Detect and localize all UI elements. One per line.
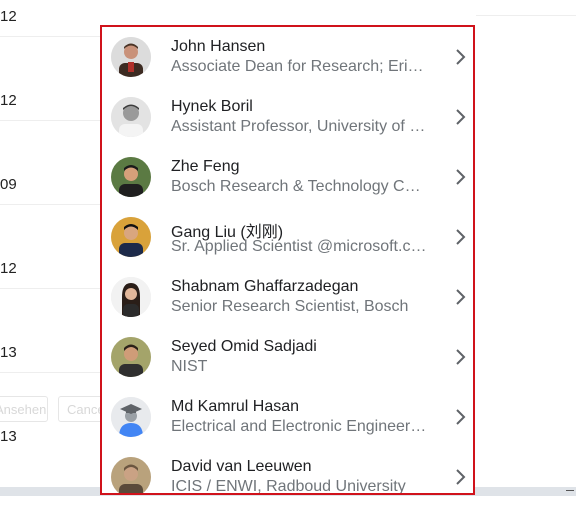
graduate-avatar-icon [111, 397, 151, 437]
person-name: Seyed Omid Sadjadi [171, 338, 317, 355]
year-label: 12 [0, 260, 17, 277]
person-name: Md Kamrul Hasan [171, 398, 300, 415]
year-label: 13 [0, 344, 17, 361]
avatar [111, 277, 151, 317]
coauthors-list: John Hansen Associate Dean for Research;… [100, 25, 475, 495]
scrollbar-mark [566, 490, 574, 491]
year-label: 13 [0, 428, 17, 445]
chevron-right-icon [456, 169, 466, 185]
divider [0, 204, 100, 205]
list-item[interactable]: Seyed Omid Sadjadi NIST [102, 327, 473, 387]
person-affiliation: Senior Research Scientist, Bosch [171, 298, 409, 315]
chevron-right-icon [456, 229, 466, 245]
divider [0, 36, 100, 37]
year-label: 09 [0, 176, 17, 193]
person-affiliation: Associate Dean for Research; Erik Jonsso… [171, 58, 429, 75]
avatar [111, 157, 151, 197]
avatar [111, 217, 151, 257]
list-item[interactable]: Md Kamrul Hasan Electrical and Electroni… [102, 387, 473, 447]
list-item[interactable]: John Hansen Associate Dean for Research;… [102, 27, 473, 87]
chevron-right-icon [456, 109, 466, 125]
avatar [111, 97, 151, 137]
person-affiliation: Assistant Professor, University of Wisco… [171, 118, 429, 135]
year-label: 12 [0, 8, 17, 25]
person-name: David van Leeuwen [171, 458, 312, 475]
person-affiliation: Electrical and Electronic Engineering [171, 418, 429, 435]
list-item[interactable]: David van Leeuwen ICIS / ENWI, Radboud U… [102, 447, 473, 495]
chevron-right-icon [456, 289, 466, 305]
chevron-right-icon [456, 349, 466, 365]
avatar [111, 337, 151, 377]
list-item[interactable]: Shabnam Ghaffarzadegan Senior Research S… [102, 267, 473, 327]
year-label: 12 [0, 92, 17, 109]
chevron-right-icon [456, 49, 466, 65]
person-name: Shabnam Ghaffarzadegan [171, 278, 359, 295]
person-name: John Hansen [171, 38, 266, 55]
list-item[interactable]: Hynek Boril Assistant Professor, Univers… [102, 87, 473, 147]
person-name: Hynek Boril [171, 98, 253, 115]
background-button: Ansehen [0, 396, 48, 422]
chevron-right-icon [456, 469, 466, 485]
person-affiliation: Sr. Applied Scientist @microsoft.com [171, 238, 429, 255]
divider [0, 288, 100, 289]
avatar [111, 37, 151, 77]
list-item[interactable]: Gang Liu (刘刚) Sr. Applied Scientist @mic… [102, 207, 473, 267]
list-item[interactable]: Zhe Feng Bosch Research & Technology Cen… [102, 147, 473, 207]
person-affiliation: ICIS / ENWI, Radboud University [171, 478, 406, 495]
divider [476, 15, 576, 16]
person-affiliation: NIST [171, 358, 208, 375]
divider [0, 120, 100, 121]
chevron-right-icon [456, 409, 466, 425]
person-affiliation: Bosch Research & Technology Center [171, 178, 429, 195]
avatar [111, 457, 151, 493]
person-name: Zhe Feng [171, 158, 240, 175]
divider [0, 372, 100, 373]
